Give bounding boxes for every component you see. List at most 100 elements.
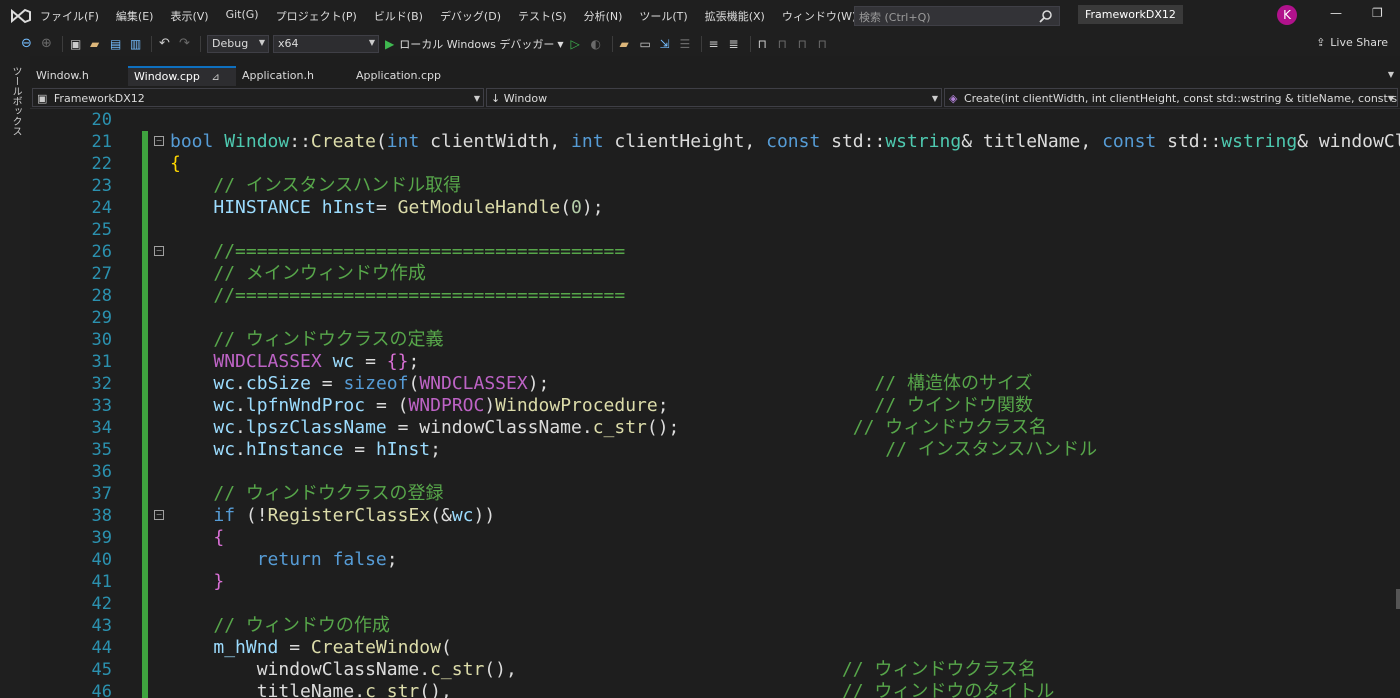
code-line[interactable]: 37 // ウィンドウクラスの登録 (30, 483, 1400, 505)
code-line[interactable]: 45 windowClassName.c_str(), // ウィンドウクラス名 (30, 659, 1400, 681)
back-icon[interactable]: ⊖ (21, 37, 35, 51)
menu-item[interactable]: ビルド(B) (374, 8, 432, 24)
comment-lines-icon[interactable]: ≡ (709, 37, 723, 51)
tab-application-h[interactable]: Application.h (236, 66, 350, 86)
tab-window-h[interactable]: Window.h (30, 66, 128, 86)
toolbox-tab[interactable]: ツールボックス (8, 66, 23, 136)
code-line[interactable]: 24 HINSTANCE hInst= GetModuleHandle(0); (30, 197, 1400, 219)
menu-item[interactable]: ファイル(F) (40, 8, 108, 24)
undo-icon[interactable]: ↶ (159, 37, 173, 51)
scope-dropdown[interactable]: ↓ Window ▼ (486, 88, 942, 107)
code-line[interactable]: 34 wc.lpszClassName = windowClassName.c_… (30, 417, 1400, 439)
tab-overflow-icon[interactable]: ▼ (1388, 70, 1394, 79)
hot-reload-icon[interactable]: ◐ (591, 37, 605, 51)
member-dropdown[interactable]: ◈ Create(int clientWidth, int clientHeig… (944, 88, 1398, 107)
tab-application-cpp[interactable]: Application.cpp (350, 66, 472, 86)
code-line[interactable]: 41 } (30, 571, 1400, 593)
document-tabs: Window.h Window.cpp ⊿ ✕ Application.h Ap… (30, 66, 1400, 102)
code-line[interactable]: 32 wc.cbSize = sizeof(WNDCLASSEX); // 構造… (30, 373, 1400, 395)
code-line[interactable]: 35 wc.hInstance = hInst; // インスタンスハンドル (30, 439, 1400, 461)
menu-item[interactable]: 表示(V) (170, 8, 217, 24)
menu-item[interactable]: Git(G) (226, 8, 268, 24)
collapse-icon[interactable]: − (154, 510, 164, 520)
menu-item[interactable]: 拡張機能(X) (705, 8, 774, 24)
code-line[interactable]: 46 titleName.c_str(), // ウィンドウのタイトル (30, 681, 1400, 698)
line-number: 31 (91, 352, 112, 372)
menu-item[interactable]: ツール(T) (639, 8, 696, 24)
code-text: titleName.c_str(), // ウィンドウのタイトル (170, 681, 1055, 698)
code-line[interactable]: 20 (30, 109, 1400, 131)
code-text: if (!RegisterClassEx(&wc)) (213, 505, 496, 526)
menu-item[interactable]: テスト(S) (518, 8, 576, 24)
project-dropdown[interactable]: ▣ FrameworkDX12 ▼ (32, 88, 484, 107)
toolbar-separator (62, 36, 63, 52)
save-icon[interactable]: ▤ (110, 37, 124, 51)
code-line[interactable]: 25 (30, 219, 1400, 241)
platform-dropdown[interactable]: x64 ▼ (273, 35, 379, 53)
toolbar-separator (151, 36, 152, 52)
code-line[interactable]: 44 m_hWnd = CreateWindow( (30, 637, 1400, 659)
breakpoint-list-icon[interactable]: ☰ (680, 37, 694, 51)
code-line[interactable]: 43 // ウィンドウの作成 (30, 615, 1400, 637)
collapse-icon[interactable]: − (154, 246, 164, 256)
code-text: HINSTANCE hInst= GetModuleHandle(0); (213, 197, 604, 218)
code-line[interactable]: 40 return false; (30, 549, 1400, 571)
code-line[interactable]: 21 − bool Window::Create(int clientWidth, … (30, 131, 1400, 153)
restore-icon[interactable]: ❐ (1372, 6, 1383, 20)
forward-icon[interactable]: ⊕ (41, 37, 55, 51)
line-number: 33 (91, 396, 112, 416)
clear-bookmarks-icon[interactable]: ⊓ (818, 37, 832, 51)
code-line[interactable]: 36 (30, 461, 1400, 483)
window-layout-icon[interactable]: ▭ (640, 37, 654, 51)
code-editor[interactable]: 20 21− bool Window::Create(int clientWidth… (30, 109, 1400, 698)
menu-item[interactable]: プロジェクト(P) (276, 8, 366, 24)
search-placeholder: 検索 (Ctrl+Q) (859, 11, 931, 24)
menu-item[interactable]: 分析(N) (584, 8, 632, 24)
bookmark-icon[interactable]: ⊓ (758, 37, 772, 51)
tab-window-cpp[interactable]: Window.cpp ⊿ ✕ (128, 66, 236, 102)
solution-name-badge: FrameworkDX12 (1078, 5, 1183, 24)
menu-item[interactable]: デバッグ(D) (440, 8, 510, 24)
minimize-icon[interactable]: — (1330, 6, 1342, 20)
tab-label: Window.cpp (134, 70, 200, 83)
previous-bookmark-icon[interactable]: ⊓ (778, 37, 792, 51)
save-all-icon[interactable]: ▥ (130, 37, 144, 51)
code-line[interactable]: 22 { (30, 153, 1400, 175)
avatar[interactable]: K (1277, 5, 1297, 25)
code-line[interactable]: 27 // メインウィンドウ作成 (30, 263, 1400, 285)
code-line[interactable]: 42 (30, 593, 1400, 615)
search-box[interactable]: 検索 (Ctrl+Q) (854, 6, 1060, 26)
code-line[interactable]: 30 // ウィンドウクラスの定義 (30, 329, 1400, 351)
code-line[interactable]: 31 WNDCLASSEX wc = {}; (30, 351, 1400, 373)
next-bookmark-icon[interactable]: ⊓ (798, 37, 812, 51)
scrollbar-marker[interactable] (1396, 589, 1400, 609)
chevron-down-icon: ▼ (258, 38, 265, 47)
menu-item[interactable]: ウィンドウ(W) (782, 8, 865, 24)
code-line[interactable]: 26 − //==================================… (30, 241, 1400, 263)
pin-icon[interactable]: ⊿ (211, 72, 219, 83)
live-share-button[interactable]: ⇪ Live Share (1316, 36, 1388, 49)
code-line[interactable]: 38 − if (!RegisterClassEx(&wc)) (30, 505, 1400, 527)
redo-icon[interactable]: ↷ (179, 37, 193, 51)
code-line[interactable]: 23 // インスタンスハンドル取得 (30, 175, 1400, 197)
visual-studio-logo-icon[interactable] (10, 8, 32, 24)
chevron-down-icon: ▼ (1387, 94, 1394, 103)
code-line[interactable]: 29 (30, 307, 1400, 329)
step-icon[interactable]: ⇲ (660, 37, 674, 51)
code-text: wc.cbSize = sizeof(WNDCLASSEX); // 構造体のサ… (213, 373, 1033, 394)
code-line[interactable]: 28 //===================================… (30, 285, 1400, 307)
code-line[interactable]: 39 { (30, 527, 1400, 549)
uncomment-lines-icon[interactable]: ≣ (729, 37, 743, 51)
code-line[interactable]: 33 wc.lpfnWndProc = (WNDPROC)WindowProce… (30, 395, 1400, 417)
browse-folder-icon[interactable]: ▰ (620, 37, 634, 51)
start-without-debugging-icon[interactable]: ▷ (571, 37, 585, 51)
line-number: 20 (91, 110, 112, 130)
line-number: 28 (91, 286, 112, 306)
collapse-icon[interactable]: − (154, 136, 164, 146)
new-project-icon[interactable]: ▣ (70, 37, 84, 51)
start-debugging-button[interactable]: ▶ ローカル Windows デバッガー ▼ (385, 36, 564, 52)
menu-item[interactable]: 編集(E) (116, 8, 163, 24)
line-number: 21 (91, 132, 112, 152)
open-file-icon[interactable]: ▰ (90, 37, 104, 51)
configuration-dropdown[interactable]: Debug ▼ (207, 35, 269, 53)
